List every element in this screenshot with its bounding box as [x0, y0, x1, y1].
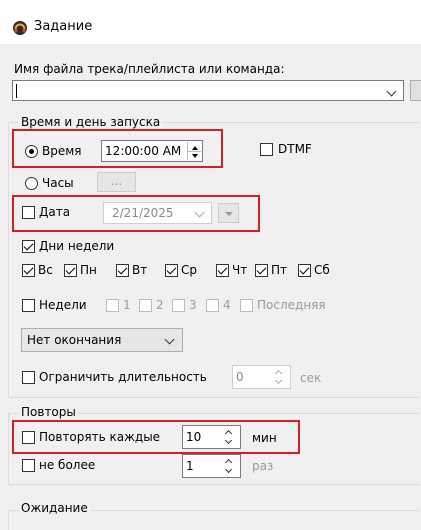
track-combo[interactable] — [12, 80, 404, 101]
repeat-max-value: 1 — [186, 459, 194, 473]
limit-duration-checkbox[interactable] — [22, 371, 35, 384]
chevron-down-icon[interactable] — [274, 376, 283, 385]
day-label-sat: Сб — [314, 263, 330, 277]
day-checkbox-fri[interactable] — [255, 264, 268, 277]
repeat-max-label: не более — [39, 458, 96, 472]
launch-legend: Время и день запуска — [19, 115, 163, 129]
day-checkbox-mon[interactable] — [64, 264, 77, 277]
repeat-max-checkbox[interactable] — [22, 459, 35, 472]
end-select-value: Нет окончания — [27, 333, 122, 347]
week-label-4: 4 — [223, 298, 231, 312]
chevron-down-icon[interactable] — [164, 334, 175, 345]
highlight-time — [12, 129, 223, 168]
headphones-icon — [13, 21, 27, 35]
track-label: Имя файла трека/плейлиста или команда: — [14, 62, 285, 76]
title-bar: Задание — [0, 0, 421, 44]
weekdays-label: Дни недели — [39, 239, 115, 253]
week-label-2: 2 — [156, 298, 164, 312]
day-checkbox-thu[interactable] — [216, 264, 229, 277]
limit-duration-input[interactable]: 0 — [232, 365, 291, 389]
repeat-legend: Повторы — [19, 405, 78, 419]
week-label-3: 3 — [189, 298, 197, 312]
week-label-last: Последняя — [257, 298, 326, 312]
day-label-mon: Пн — [80, 263, 97, 277]
week-checkbox-1[interactable] — [106, 299, 119, 312]
hours-radio[interactable] — [25, 177, 38, 190]
weeks-checkbox[interactable] — [22, 299, 35, 312]
end-select[interactable]: Нет окончания — [21, 328, 183, 352]
dtmf-checkbox[interactable] — [260, 143, 273, 156]
week-checkbox-2[interactable] — [139, 299, 152, 312]
hours-radio-label: Часы — [42, 176, 74, 190]
day-checkbox-tue[interactable] — [116, 264, 129, 277]
dtmf-label: DTMF — [278, 142, 312, 156]
highlight-repeat-every — [12, 420, 300, 454]
hours-settings-button[interactable]: ... — [97, 172, 136, 192]
week-checkbox-4[interactable] — [206, 299, 219, 312]
week-label-1: 1 — [123, 298, 131, 312]
wait-legend: Ожидание — [19, 501, 90, 515]
repeat-max-input[interactable]: 1 — [182, 454, 241, 478]
weekdays-checkbox[interactable] — [22, 240, 35, 253]
text-cursor — [16, 84, 17, 98]
day-label-thu: Чт — [232, 263, 248, 277]
chevron-down-icon[interactable] — [224, 465, 233, 474]
window-title: Задание — [34, 19, 93, 34]
chevron-down-icon[interactable] — [386, 86, 397, 97]
highlight-date — [12, 195, 260, 232]
limit-duration-unit: сек — [300, 371, 322, 385]
day-checkbox-wed[interactable] — [165, 264, 178, 277]
day-checkbox-sat[interactable] — [298, 264, 311, 277]
day-label-wed: Ср — [181, 263, 197, 277]
limit-duration-label: Ограничить длительность — [39, 370, 207, 384]
limit-duration-value: 0 — [236, 370, 244, 384]
day-label-tue: Вт — [132, 263, 148, 277]
week-checkbox-last[interactable] — [240, 299, 253, 312]
day-label-fri: Пт — [271, 263, 288, 277]
repeat-max-unit: раз — [252, 459, 274, 473]
day-checkbox-sun[interactable] — [22, 264, 35, 277]
day-label-sun: Вс — [38, 263, 53, 277]
track-browse-button[interactable] — [410, 80, 421, 101]
weeks-label: Недели — [39, 298, 87, 312]
week-checkbox-3[interactable] — [172, 299, 185, 312]
